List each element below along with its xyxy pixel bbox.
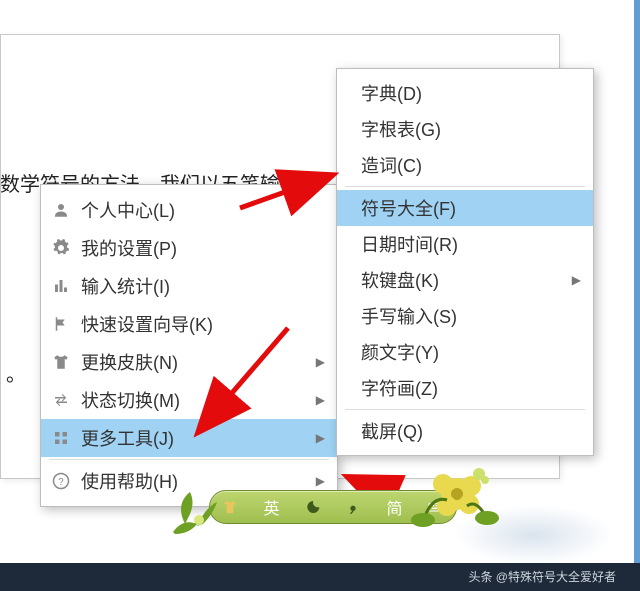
- menu-item-label: 快速设置向导(K): [81, 311, 325, 337]
- menu-item-label: 字典(D): [361, 80, 581, 106]
- menu-item-label: 软键盘(K): [361, 267, 567, 293]
- menu-item-change-skin[interactable]: 更换皮肤(N) ▶: [41, 343, 337, 381]
- person-icon: [41, 201, 81, 219]
- menu-item-label: 颜文字(Y): [361, 339, 581, 365]
- ime-status-bar: 英 简: [165, 478, 485, 542]
- submenu-item-screenshot[interactable]: 截屏(Q): [337, 413, 593, 449]
- flag-icon: [41, 315, 81, 333]
- chevron-right-icon: ▶: [309, 355, 325, 369]
- menu-item-label: 日期时间(R): [361, 231, 581, 257]
- menu-item-more-tools[interactable]: 更多工具(J) ▶: [41, 419, 337, 457]
- document-text-line: 。: [6, 358, 26, 387]
- menu-item-label: 字符画(Z): [361, 375, 581, 401]
- submenu-item-datetime[interactable]: 日期时间(R): [337, 226, 593, 262]
- menu-separator: [345, 186, 585, 187]
- ime-lang-label: 英: [263, 495, 279, 519]
- menu-item-label: 更换皮肤(N): [81, 349, 309, 375]
- submenu-item-handwriting[interactable]: 手写输入(S): [337, 298, 593, 334]
- submenu-item-kaomoji[interactable]: 颜文字(Y): [337, 334, 593, 370]
- menu-separator: [49, 459, 329, 460]
- help-icon: ?: [41, 472, 81, 490]
- ime-context-menu: 个人中心(L) 我的设置(P) 输入统计(I) 快速设置向导(K) 更换皮肤(N…: [40, 184, 338, 507]
- bars-icon: [41, 277, 81, 295]
- ime-punct-toggle[interactable]: [345, 499, 361, 515]
- submenu-item-symbols[interactable]: 符号大全(F): [337, 190, 593, 226]
- menu-separator: [345, 409, 585, 410]
- watermark-text: 头条 @特殊符号大全爱好者: [468, 568, 616, 585]
- menu-item-label: 个人中心(L): [81, 197, 325, 223]
- svg-text:?: ?: [58, 477, 64, 488]
- submenu-item-radical-table[interactable]: 字根表(G): [337, 111, 593, 147]
- shirt-icon: [41, 353, 81, 371]
- chevron-right-icon: ▶: [309, 393, 325, 407]
- menu-item-quick-setup[interactable]: 快速设置向导(K): [41, 305, 337, 343]
- flower-decoration: [165, 474, 235, 544]
- chevron-right-icon: ▶: [309, 431, 325, 445]
- menu-item-label: 手写输入(S): [361, 303, 581, 329]
- menu-item-label: 符号大全(F): [361, 195, 581, 221]
- menu-item-label: 输入统计(I): [81, 273, 325, 299]
- ime-lang-toggle[interactable]: 英: [263, 495, 279, 519]
- flower-decoration: [395, 456, 505, 556]
- chevron-right-icon: ▶: [567, 273, 581, 287]
- menu-item-label: 造词(C): [361, 152, 581, 178]
- menu-item-label: 更多工具(J): [81, 425, 309, 451]
- menu-item-label: 截屏(Q): [361, 418, 581, 444]
- gear-icon: [41, 239, 81, 257]
- menu-item-personal-center[interactable]: 个人中心(L): [41, 191, 337, 229]
- menu-item-input-stats[interactable]: 输入统计(I): [41, 267, 337, 305]
- swap-icon: [41, 391, 81, 409]
- menu-item-label: 状态切换(M): [81, 387, 309, 413]
- menu-item-state-switch[interactable]: 状态切换(M) ▶: [41, 381, 337, 419]
- more-tools-submenu: 字典(D) 字根表(G) 造词(C) 符号大全(F) 日期时间(R) 软键盘(K…: [336, 68, 594, 456]
- menu-item-label: 字根表(G): [361, 116, 581, 142]
- menu-item-my-settings[interactable]: 我的设置(P): [41, 229, 337, 267]
- ime-moon-icon[interactable]: [304, 499, 320, 515]
- submenu-item-soft-keyboard[interactable]: 软键盘(K)▶: [337, 262, 593, 298]
- grid-icon: [41, 429, 81, 447]
- submenu-item-dictionary[interactable]: 字典(D): [337, 75, 593, 111]
- menu-item-label: 我的设置(P): [81, 235, 325, 261]
- submenu-item-ascii-art[interactable]: 字符画(Z): [337, 370, 593, 406]
- submenu-item-word-create[interactable]: 造词(C): [337, 147, 593, 183]
